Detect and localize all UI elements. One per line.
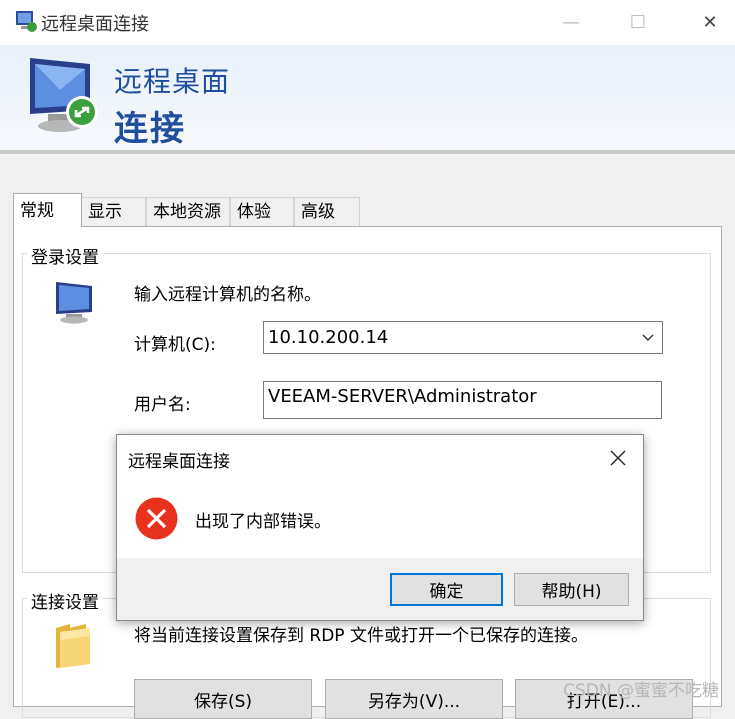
remote-desktop-app-icon (16, 11, 37, 32)
computer-value: 10.10.200.14 (268, 327, 389, 348)
tab-display[interactable]: 显示 (81, 197, 146, 226)
connection-settings-label: 连接设置 (27, 588, 103, 613)
watermark: CSDN @蜜蜜不吃糖 (563, 681, 719, 701)
computer-icon (56, 282, 92, 324)
tab-general[interactable]: 常规 (13, 193, 82, 227)
dialog-close-icon[interactable] (610, 450, 626, 466)
minimize-button[interactable]: — (548, 0, 594, 45)
maximize-button[interactable]: ☐ (615, 0, 661, 45)
username-field[interactable]: VEEAM-SERVER\Administrator (263, 381, 662, 419)
banner-title: 远程桌面 (114, 65, 231, 98)
error-message: 出现了内部错误。 (195, 512, 331, 532)
save-button[interactable]: 保存(S) (134, 679, 312, 719)
help-button[interactable]: 帮助(H) (514, 573, 629, 606)
dialog-title: 远程桌面连接 (128, 452, 230, 472)
remote-monitor-icon (30, 58, 98, 132)
folder-icon (56, 624, 90, 668)
window-title: 远程桌面连接 (41, 14, 149, 35)
minimize-icon: — (562, 12, 580, 33)
maximize-icon: ☐ (629, 12, 647, 33)
tab-experience[interactable]: 体验 (230, 197, 294, 226)
ok-button[interactable]: 确定 (390, 573, 503, 606)
header-banner (0, 45, 735, 150)
computer-label: 计算机(C): (134, 335, 216, 355)
computer-combobox[interactable]: 10.10.200.14 (263, 321, 663, 354)
banner-divider (0, 150, 735, 154)
close-icon: ✕ (702, 12, 718, 33)
error-dialog: 远程桌面连接 出现了内部错误。 确定 帮助(H) (116, 434, 644, 621)
save-as-button[interactable]: 另存为(V)... (325, 679, 503, 719)
chevron-down-icon[interactable] (642, 334, 654, 342)
username-label: 用户名: (134, 395, 191, 415)
logon-instruction: 输入远程计算机的名称。 (134, 285, 321, 305)
close-button[interactable]: ✕ (687, 0, 733, 45)
error-icon (135, 497, 178, 540)
tab-advanced[interactable]: 高级 (294, 197, 360, 226)
tab-local-resources[interactable]: 本地资源 (146, 197, 230, 226)
logon-settings-label: 登录设置 (27, 243, 103, 268)
banner-subtitle: 连接 (114, 109, 186, 149)
connection-description: 将当前连接设置保存到 RDP 文件或打开一个已保存的连接。 (134, 626, 588, 646)
